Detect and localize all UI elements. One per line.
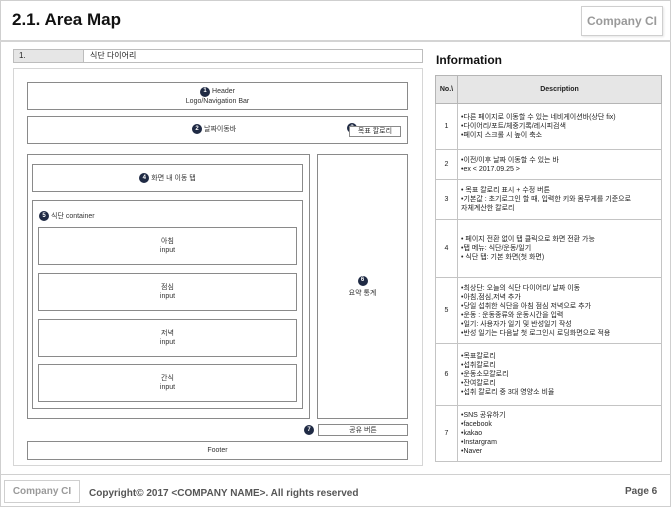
description-line: •당일 섭취한 식단을 아침 점심 저녁으로 추가 [461, 302, 592, 310]
page-number: Page 6 [625, 486, 658, 497]
wf-footer-label: Footer [207, 447, 228, 454]
description-line: •kakao [461, 430, 483, 437]
description-line: •다이어리/포트/체중기록/레시피검색 [461, 123, 566, 130]
wf-meal-snack: 간식 input [38, 364, 297, 402]
description-line: •섭취칼로리 [461, 362, 496, 369]
marker-6-icon: 6 [357, 275, 368, 286]
page-title: 2.1. Area Map [12, 10, 121, 29]
company-ci-logo-bottom: Company CI [4, 480, 80, 503]
description-line: •목표칼로리 [461, 353, 496, 360]
wf-header-box: 1 Header Logo/Navigation Bar [27, 82, 408, 110]
info-table-row: 6 •목표칼로리 •섭취칼로리 •운동소모칼로리 •잔여칼로리 •섭취 칼로리 중 3대 … [435, 343, 662, 406]
description-line: •다른 페이지로 이동할 수 있는 네비게이션바(상단 fix) [461, 114, 616, 121]
marker-2-icon: 2 [192, 124, 202, 134]
marker-4-icon: 4 [139, 173, 150, 183]
marker-1-icon: 1 [200, 86, 211, 97]
wf-goal-calorie-box: 목표 칼로리 [349, 126, 401, 137]
info-table-row: 1 •다른 페이지로 이동할 수 있는 네비게이션바(상단 fix) •다이어리/포… [435, 103, 662, 150]
description-line: •facebook [461, 421, 492, 428]
description-line: •이전/이후 날짜 이동할 수 있는 바 [461, 156, 559, 164]
description-line: •Instargram [461, 439, 497, 446]
description-line: •섭취 칼로리 중 3대 영양소 비율 [461, 389, 555, 396]
wf-footer-box: Footer [27, 441, 408, 460]
wf-share-button: 공유 버튼 [318, 424, 408, 436]
meal-input-label: input [159, 384, 176, 391]
description-line: •Naver [461, 448, 483, 455]
description-line: •탭 메뉴: 식단/운동/일기 [461, 245, 532, 252]
info-table-row: 4 • 페이지 전환 없이 탭 클릭으로 화면 전환 가능 •탭 메뉴: 식단/운동… [435, 219, 662, 278]
wf-summary-label: 요약 통계 [348, 289, 377, 297]
info-row-number: 4 [435, 219, 458, 278]
wf-diet-container-label: 식단 container [51, 213, 95, 220]
info-row-description: •이전/이후 날짜 이동할 수 있는 바 •ex < 2017.09.25 > [457, 149, 662, 180]
wf-header-label: Header [212, 88, 235, 95]
meal-name: 저녁 [161, 330, 174, 337]
info-table: No.\ Description 1 •다른 페이지로 이동할 수 있는 네비게이… [435, 75, 662, 462]
description-line: •기본값 : 초기로그인 할 때, 입력한 키와 몸무게를 기준으로 [461, 196, 632, 203]
wf-screen-tab-label: 화면 내 이동 탭 [151, 174, 196, 182]
description-line: •반성 일기는 다음날 첫 로그인시 로딩화면으로 적용 [461, 329, 611, 337]
info-row-description: •최상단: 오늘의 식단 다이어리/ 날짜 이동 •아침,점심,저녁 추가 •당일 … [457, 277, 662, 344]
marker-5-icon: 5 [39, 211, 49, 221]
wf-meal-breakfast: 아침 input [38, 227, 297, 265]
info-table-header: No.\ Description [435, 75, 662, 104]
description-line: • 식단 탭: 기본 화면(첫 화면) [461, 254, 545, 261]
info-row-number: 7 [435, 405, 458, 462]
copyright-text: Copyright© 2017 <COMPANY NAME>. All righ… [89, 488, 359, 499]
section-number: 1. [14, 50, 84, 62]
wf-date-nav-label: 날짜이동바 [204, 126, 237, 133]
wf-share-button-label: 공유 버튼 [349, 426, 377, 434]
wf-meal-lunch: 점심 input [38, 273, 297, 311]
meal-input-label: input [159, 247, 176, 254]
meal-name: 점심 [161, 284, 174, 291]
info-row-description: •목표칼로리 •섭취칼로리 •운동소모칼로리 •잔여칼로리 •섭취 칼로리 중 3대 영… [457, 343, 662, 406]
description-line: •일기: 사용자가 일기 및 반성일기 작성 [461, 320, 572, 328]
wf-goal-calorie-label: 목표 칼로리 [357, 128, 393, 135]
info-row-number: 6 [435, 343, 458, 406]
info-row-number: 2 [435, 149, 458, 180]
meal-input-label: input [159, 293, 176, 300]
description-line: •최상단: 오늘의 식단 다이어리/ 날짜 이동 [461, 284, 581, 292]
description-line: • 목표 칼로리 표시 + 수정 버튼 [461, 187, 551, 194]
wf-header-sublabel: Logo/Navigation Bar [185, 97, 250, 105]
info-table-row: 2 •이전/이후 날짜 이동할 수 있는 바 •ex < 2017.09.25 > [435, 149, 662, 180]
company-ci-logo-top: Company CI [581, 6, 663, 36]
description-line: • 페이지 전환 없이 탭 클릭으로 화면 전환 가능 [461, 236, 595, 243]
info-row-number: 5 [435, 277, 458, 344]
col-no-header: No.\ [435, 75, 458, 104]
description-line: 자체계산한 칼로리 [461, 205, 515, 212]
description-line: •잔여칼로리 [461, 380, 496, 387]
info-table-row: 5 •최상단: 오늘의 식단 다이어리/ 날짜 이동 •아침,점심,저녁 추가 •당일… [435, 277, 662, 344]
info-title: Information [436, 53, 502, 67]
description-line: •운동소모칼로리 [461, 371, 509, 378]
info-row-description: •다른 페이지로 이동할 수 있는 네비게이션바(상단 fix) •다이어리/포트… [457, 103, 662, 150]
info-row-number: 3 [435, 179, 458, 220]
description-line: •아침,점심,저녁 추가 [461, 293, 521, 301]
info-row-description: •SNS 공유하기 •facebook •kakao •Instargram •Nave… [457, 405, 662, 462]
col-desc-header: Description [457, 75, 662, 104]
description-line: •운동 : 운동종류와 운동시간을 입력 [461, 311, 564, 319]
header-divider [0, 40, 671, 42]
info-table-row: 3 • 목표 칼로리 표시 + 수정 버튼 •기본값 : 초기로그인 할 때, 입력… [435, 179, 662, 220]
footer-divider [0, 474, 671, 475]
section-bar: 1. 식단 다이어리 [13, 49, 423, 63]
wf-date-nav-box: 2 날짜이동바 3 목표 칼로리 [27, 116, 408, 144]
wf-summary-box: 6 요약 통계 [317, 154, 408, 419]
description-line: •SNS 공유하기 [461, 412, 506, 419]
wf-meal-dinner: 저녁 input [38, 319, 297, 357]
info-row-number: 1 [435, 103, 458, 150]
description-line: •ex < 2017.09.25 > [461, 165, 520, 173]
meal-input-label: input [159, 339, 176, 346]
marker-7-icon: 7 [304, 425, 314, 435]
info-row-description: • 페이지 전환 없이 탭 클릭으로 화면 전환 가능 •탭 메뉴: 식단/운동/… [457, 219, 662, 278]
meal-name: 간식 [161, 375, 174, 382]
section-name: 식단 다이어리 [90, 51, 137, 60]
meal-name: 아침 [161, 238, 174, 245]
info-table-row: 7 •SNS 공유하기 •facebook •kakao •Instargram •Nav… [435, 405, 662, 462]
description-line: •페이지 스크롤 시 높이 축소 [461, 132, 543, 139]
wf-screen-tab-box: 4 화면 내 이동 탭 [32, 164, 303, 192]
info-row-description: • 목표 칼로리 표시 + 수정 버튼 •기본값 : 초기로그인 할 때, 입력한… [457, 179, 662, 220]
